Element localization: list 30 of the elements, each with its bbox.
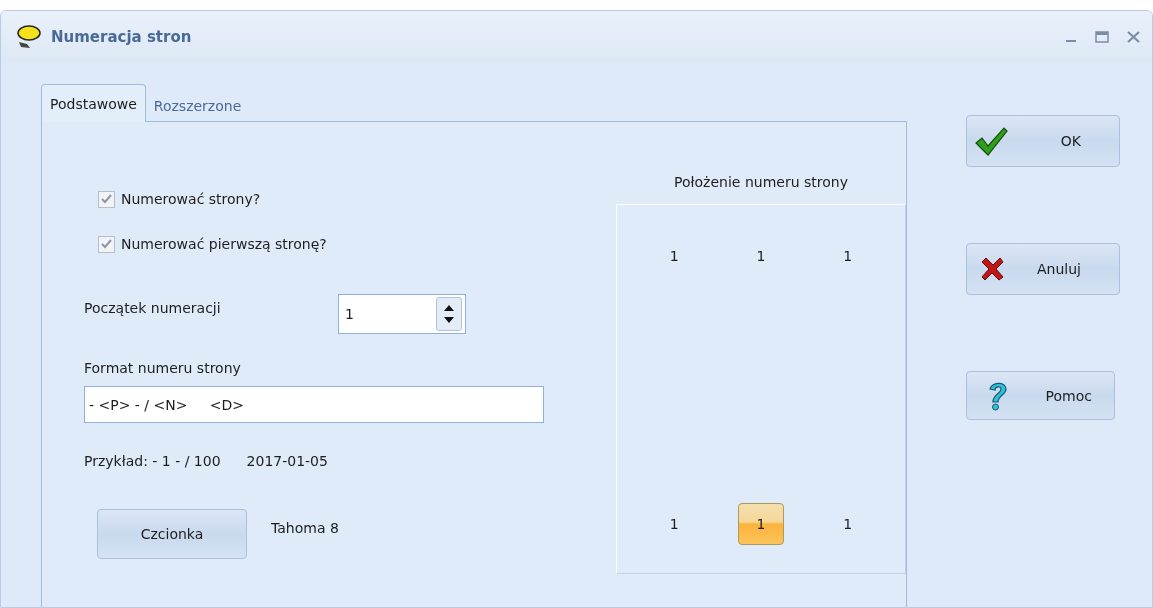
check-icon [973, 125, 1009, 157]
font-button[interactable]: Czcionka [97, 509, 247, 559]
example-label: Przykład: - 1 - / 100 [84, 453, 221, 469]
position-option[interactable]: 1 [651, 235, 698, 277]
window-title: Numeracja stron [51, 28, 193, 46]
format-label: Format numeru strony [84, 360, 242, 376]
position-option[interactable]: 1 [738, 503, 784, 545]
position-option[interactable]: 1 [824, 235, 871, 277]
checkbox[interactable] [98, 190, 115, 208]
position-title: Położenie numeru strony [674, 174, 848, 190]
position-option[interactable]: 1 [824, 503, 871, 545]
example-date: 2017-01-05 [246, 453, 328, 469]
checkbox-label: Numerować pierwszą stronę? [121, 236, 327, 252]
tab[interactable]: Podstawowe [41, 84, 146, 122]
spin-arrows-icon[interactable] [436, 297, 462, 331]
close-icon[interactable] [1127, 31, 1140, 43]
close-icon [979, 256, 1005, 282]
dialog-button[interactable]: Anuluj [966, 243, 1120, 295]
spin-field[interactable]: 1 [338, 294, 466, 334]
font-name: Tahoma 8 [271, 520, 339, 536]
dialog-button[interactable]: OK [966, 115, 1120, 167]
position-option[interactable]: 1 [738, 235, 784, 277]
checkbox[interactable] [98, 235, 115, 253]
start-label: Początek numeracji [84, 300, 222, 316]
dialog-button[interactable]: Pomoc [966, 371, 1115, 420]
format-field[interactable]: - <P> - / <N> <D> [84, 386, 544, 423]
tab[interactable]: Rozszerzone [145, 90, 250, 122]
position-option[interactable]: 1 [651, 503, 698, 545]
checkbox-label: Numerować strony? [121, 191, 261, 207]
maximize-icon[interactable] [1095, 31, 1109, 43]
